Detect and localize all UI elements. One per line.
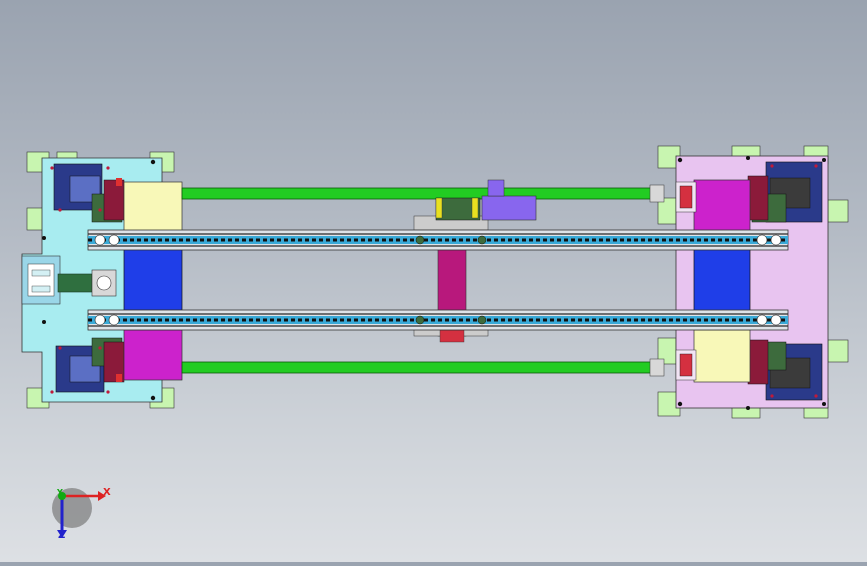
triad-y-label: Y (57, 488, 63, 497)
roller-block-magenta (123, 329, 183, 381)
roller-block-blue (123, 247, 183, 311)
assembly-drawing (21, 145, 849, 538)
drive-shafts (181, 184, 665, 377)
right-end-frame (657, 145, 849, 419)
left-end-frame (21, 151, 183, 409)
cad-viewport[interactable]: X Y Z (0, 0, 867, 562)
drive-shaft-top (181, 187, 653, 200)
roller-block-yellow (693, 329, 751, 383)
drive-motor (481, 195, 537, 221)
roller-block-yellow (123, 181, 183, 235)
mounting-pad (827, 339, 849, 363)
triad-z-label: Z (58, 530, 66, 541)
triad-x-label: X (103, 487, 111, 498)
roller-block-magenta (693, 179, 751, 233)
roller-block-blue (693, 247, 751, 313)
tension-cylinder (57, 273, 93, 293)
mounting-pad (827, 199, 849, 223)
drive-shaft-bottom (181, 361, 653, 374)
